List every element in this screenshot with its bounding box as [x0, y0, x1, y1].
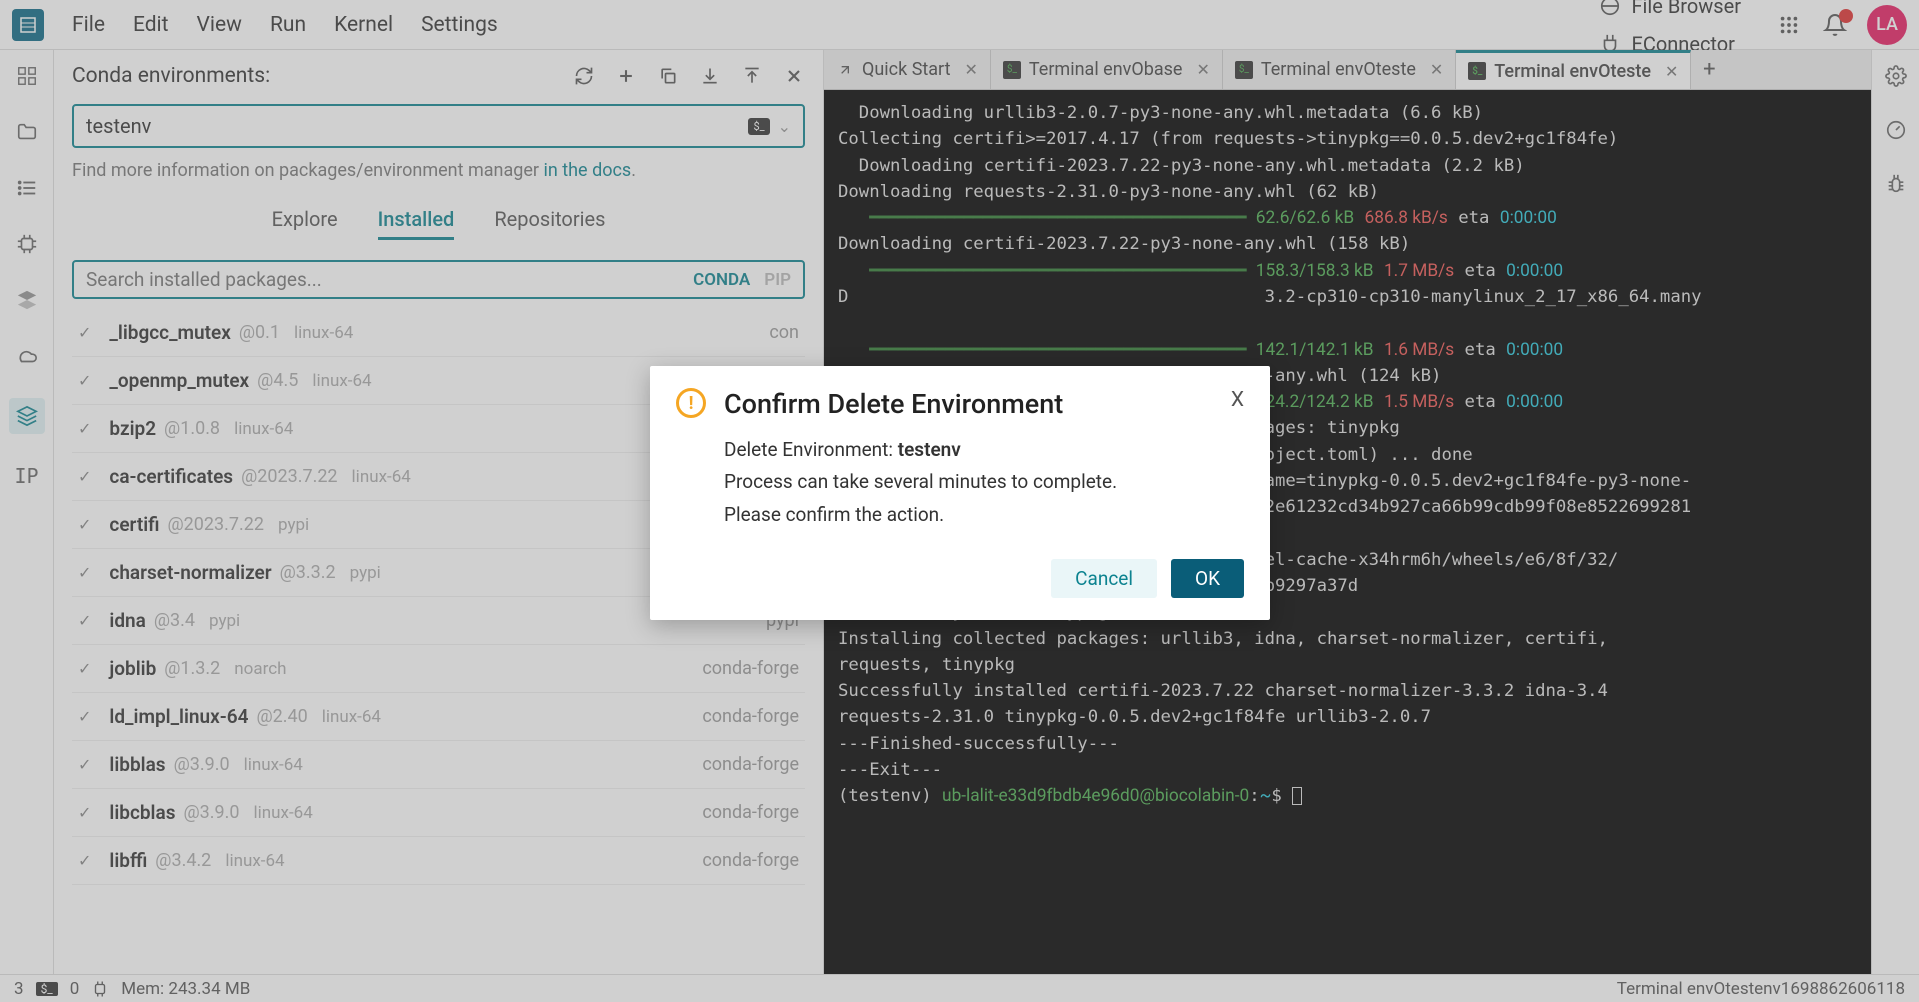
warning-icon: !: [676, 388, 706, 418]
modal-close-button[interactable]: X: [1231, 388, 1244, 412]
cancel-button[interactable]: Cancel: [1051, 559, 1157, 598]
confirm-delete-modal: ! Confirm Delete Environment X Delete En…: [650, 366, 1270, 620]
ok-button[interactable]: OK: [1171, 559, 1244, 598]
modal-title: Confirm Delete Environment: [724, 388, 1213, 420]
modal-body: Delete Environment: testenv Process can …: [724, 434, 1244, 531]
